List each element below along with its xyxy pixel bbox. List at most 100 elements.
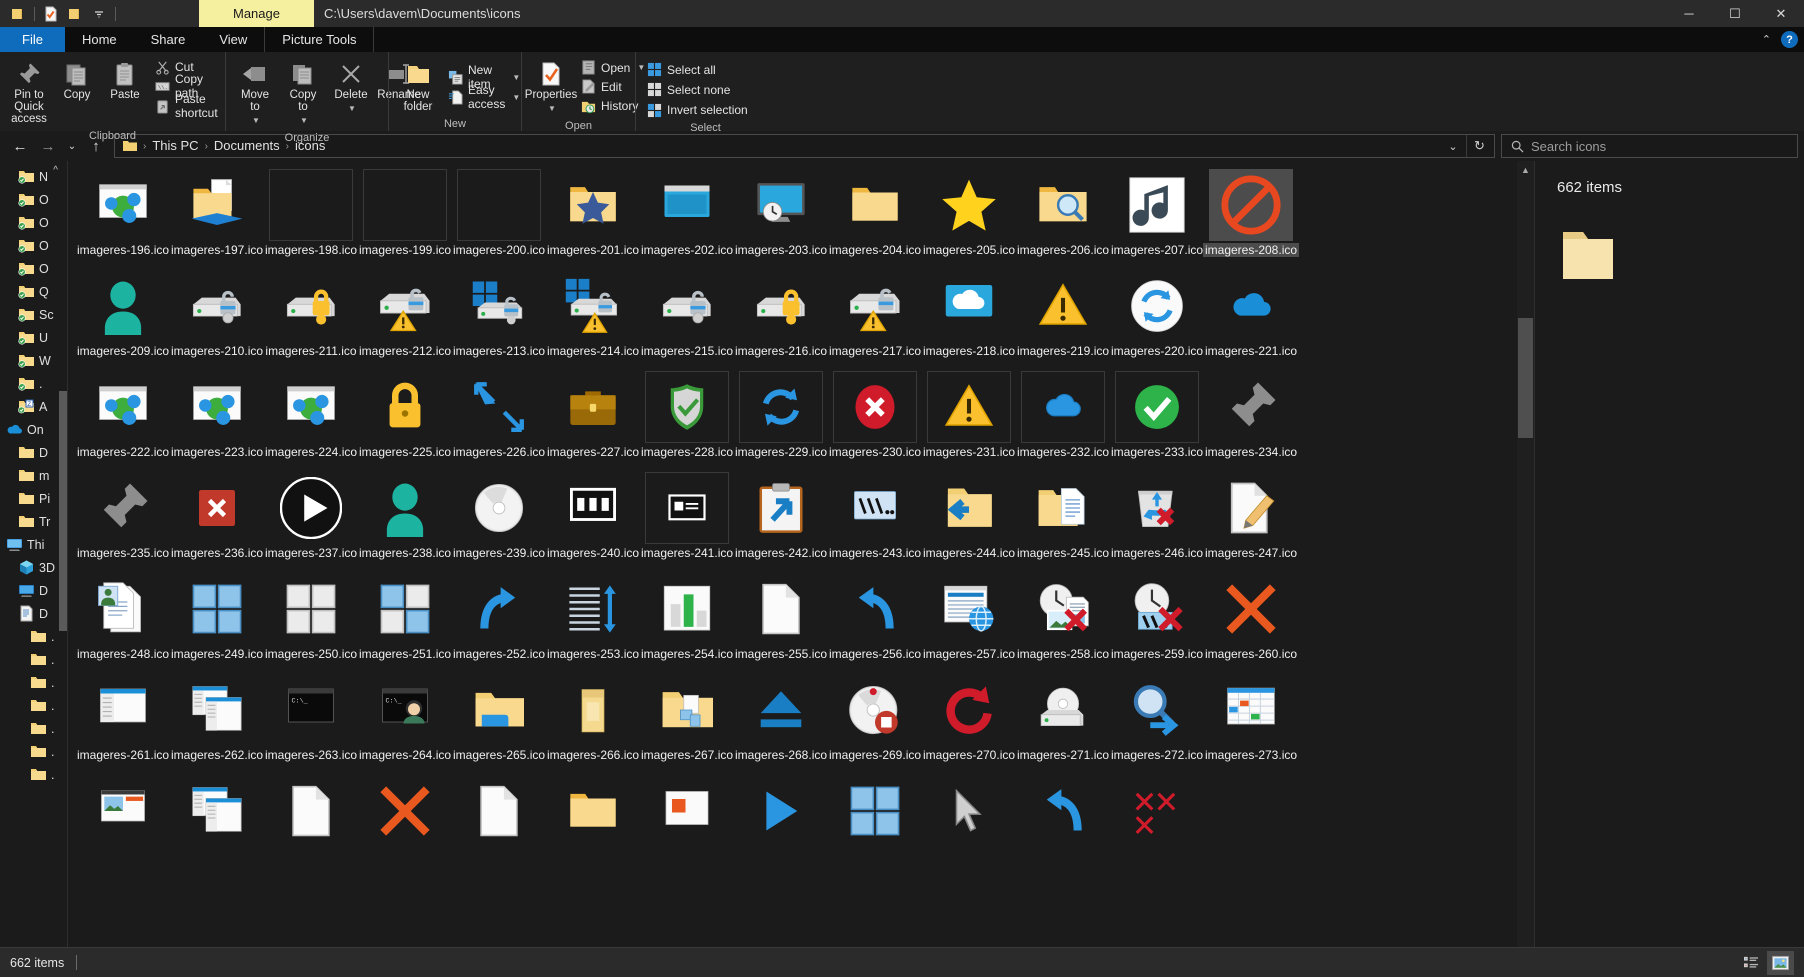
large-icons-view-button[interactable]	[1767, 950, 1794, 975]
file-item[interactable]: imageres-203.ico	[734, 167, 828, 268]
file-item[interactable]: imageres-236.ico	[170, 470, 264, 571]
qat-properties-icon[interactable]	[40, 3, 62, 25]
file-item[interactable]: imageres-230.ico	[828, 369, 922, 470]
nav-scroll-up-icon[interactable]: ^	[53, 165, 58, 176]
nav-item[interactable]: D	[0, 579, 67, 602]
nav-scrollbar[interactable]	[59, 161, 67, 947]
new-folder-button[interactable]: New folder	[395, 56, 441, 116]
nav-item[interactable]: .	[0, 625, 67, 648]
nav-item[interactable]: U	[0, 326, 67, 349]
nav-item[interactable]: O	[0, 234, 67, 257]
refresh-icon[interactable]: ↻	[1466, 135, 1492, 157]
content-scrollbar[interactable]: ▲	[1517, 161, 1534, 947]
file-item[interactable]: imageres-257.ico	[922, 571, 1016, 672]
file-item[interactable]: imageres-269.ico	[828, 672, 922, 773]
file-item[interactable]: imageres-254.ico	[640, 571, 734, 672]
file-item[interactable]: imageres-239.ico	[452, 470, 546, 571]
file-item[interactable]: imageres-256.ico	[828, 571, 922, 672]
file-item[interactable]: imageres-202.ico	[640, 167, 734, 268]
invert-selection-button[interactable]: Invert selection	[642, 101, 753, 120]
search-box[interactable]: Search icons	[1501, 134, 1798, 158]
file-item[interactable]: imageres-241.ico	[640, 470, 734, 571]
scroll-up-icon[interactable]: ▲	[1517, 161, 1534, 178]
tab-picture-tools[interactable]: Picture Tools	[264, 27, 375, 52]
file-item[interactable]: imageres-213.ico	[452, 268, 546, 369]
new-item-chevron-down-icon[interactable]: ▼	[512, 73, 520, 82]
file-item[interactable]: imageres-273.ico	[1204, 672, 1298, 773]
file-item[interactable]: imageres-223.ico	[170, 369, 264, 470]
file-item[interactable]: imageres-251.ico	[358, 571, 452, 672]
maximize-button[interactable]: ☐	[1712, 0, 1758, 27]
file-item[interactable]: imageres-240.ico	[546, 470, 640, 571]
tab-view[interactable]: View	[202, 27, 264, 52]
file-item[interactable]: imageres-221.ico	[1204, 268, 1298, 369]
file-item[interactable]: imageres-199.ico	[358, 167, 452, 268]
file-item[interactable]: imageres-220.ico	[1110, 268, 1204, 369]
qat-folder2-icon[interactable]	[64, 3, 86, 25]
content-scrollbar-thumb[interactable]	[1518, 318, 1533, 438]
file-item[interactable]: imageres-268.ico	[734, 672, 828, 773]
file-item[interactable]: imageres-231.ico	[922, 369, 1016, 470]
file-item[interactable]	[170, 773, 264, 874]
delete-button[interactable]: Delete ▼	[328, 56, 374, 118]
file-item[interactable]: imageres-198.ico	[264, 167, 358, 268]
file-item[interactable]: imageres-216.ico	[734, 268, 828, 369]
file-item[interactable]: imageres-271.ico	[1016, 672, 1110, 773]
file-item[interactable]: imageres-235.ico	[76, 470, 170, 571]
file-item[interactable]	[1016, 773, 1110, 874]
pin-to-quick-access-button[interactable]: Pin to Quick access	[6, 56, 52, 128]
file-item[interactable]: imageres-267.ico	[640, 672, 734, 773]
file-item[interactable]: imageres-228.ico	[640, 369, 734, 470]
file-item[interactable]: imageres-208.ico	[1202, 167, 1300, 268]
nav-item[interactable]: Q	[0, 280, 67, 303]
file-item[interactable]: imageres-242.ico	[734, 470, 828, 571]
file-item[interactable]: imageres-253.ico	[546, 571, 640, 672]
file-item[interactable]: imageres-246.ico	[1110, 470, 1204, 571]
file-item[interactable]: imageres-211.ico	[264, 268, 358, 369]
easy-access-button[interactable]: Easy access ▼	[443, 83, 525, 111]
easy-access-chevron-down-icon[interactable]: ▼	[512, 93, 520, 102]
file-item[interactable]	[828, 773, 922, 874]
file-item[interactable]: imageres-261.ico	[76, 672, 170, 773]
file-item[interactable]: imageres-245.ico	[1016, 470, 1110, 571]
file-item[interactable]: imageres-243.ico	[828, 470, 922, 571]
file-item[interactable]: imageres-212.ico	[358, 268, 452, 369]
nav-item[interactable]: .	[0, 694, 67, 717]
file-item[interactable]: imageres-197.ico	[170, 167, 264, 268]
nav-scrollbar-thumb[interactable]	[59, 391, 67, 631]
nav-item[interactable]: .	[0, 717, 67, 740]
file-item[interactable]	[452, 773, 546, 874]
file-item[interactable]: imageres-229.ico	[734, 369, 828, 470]
copy-to-button[interactable]: Copy to ▼	[280, 56, 326, 130]
file-item[interactable]: imageres-258.ico	[1016, 571, 1110, 672]
collapse-ribbon-icon[interactable]: ⌃	[1762, 33, 1771, 46]
file-item[interactable]	[546, 773, 640, 874]
properties-chevron-down-icon[interactable]: ▼	[548, 103, 556, 115]
nav-item[interactable]: W	[0, 349, 67, 372]
file-item[interactable]: imageres-266.ico	[546, 672, 640, 773]
file-list-view[interactable]: imageres-196.ico imageres-197.ico imageres…	[68, 161, 1534, 947]
file-item[interactable]	[264, 773, 358, 874]
details-view-button[interactable]	[1738, 951, 1765, 975]
file-item[interactable]: imageres-234.ico	[1204, 369, 1298, 470]
file-item[interactable]: imageres-237.ico	[264, 470, 358, 571]
qat-folder-icon[interactable]	[7, 3, 29, 25]
file-item[interactable]: imageres-227.ico	[546, 369, 640, 470]
file-item[interactable]: imageres-244.ico	[922, 470, 1016, 571]
file-item[interactable]: imageres-196.ico	[76, 167, 170, 268]
move-to-chevron-down-icon[interactable]: ▼	[252, 115, 260, 127]
nav-item[interactable]: .	[0, 648, 67, 671]
paste-button[interactable]: Paste	[102, 56, 148, 104]
file-item[interactable]: imageres-215.ico	[640, 268, 734, 369]
file-item[interactable]: imageres-225.ico	[358, 369, 452, 470]
file-item[interactable]: imageres-222.ico	[76, 369, 170, 470]
minimize-button[interactable]: ─	[1666, 0, 1712, 27]
file-item[interactable]: imageres-233.ico	[1110, 369, 1204, 470]
file-item[interactable]: imageres-219.ico	[1016, 268, 1110, 369]
nav-item[interactable]: Thi	[0, 533, 67, 556]
file-item[interactable]: imageres-210.ico	[170, 268, 264, 369]
file-item[interactable]: imageres-248.ico	[76, 571, 170, 672]
file-item[interactable]: C:\_ imageres-264.ico	[358, 672, 452, 773]
file-item[interactable]: imageres-207.ico	[1110, 167, 1204, 268]
manage-contextual-tab[interactable]: Manage	[199, 0, 314, 27]
